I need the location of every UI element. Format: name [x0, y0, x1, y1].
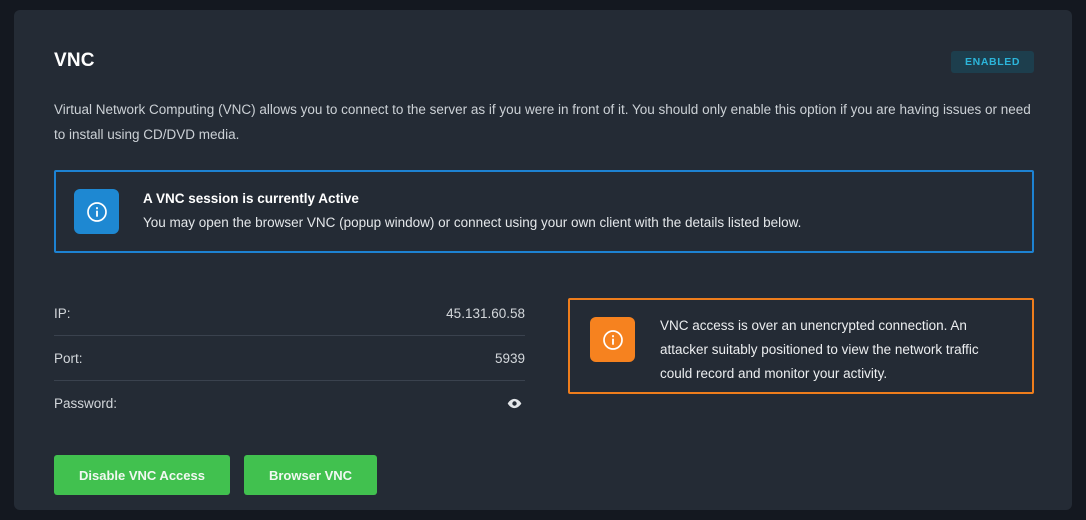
info-alert-message: You may open the browser VNC (popup wind…: [143, 215, 801, 230]
page-title: VNC: [54, 50, 95, 72]
browser-vnc-button[interactable]: Browser VNC: [244, 455, 377, 495]
info-alert-title: A VNC session is currently Active: [143, 191, 801, 206]
eye-icon: [506, 395, 523, 412]
info-icon: [74, 189, 119, 234]
password-row: Password:: [54, 381, 525, 426]
vnc-settings-card: VNC ENABLED Virtual Network Computing (V…: [14, 10, 1072, 510]
port-row: Port: 5939: [54, 336, 525, 381]
reveal-password-button[interactable]: [504, 393, 525, 414]
info-icon: [590, 317, 635, 362]
card-header: VNC ENABLED: [54, 50, 1034, 73]
port-value: 5939: [495, 351, 525, 366]
connection-details-list: IP: 45.131.60.58 Port: 5939 Password:: [54, 291, 525, 426]
ip-row: IP: 45.131.60.58: [54, 291, 525, 336]
warning-alert-message: VNC access is over an unencrypted connec…: [660, 314, 1012, 386]
ip-value: 45.131.60.58: [446, 306, 525, 321]
disable-vnc-access-button[interactable]: Disable VNC Access: [54, 455, 230, 495]
port-label: Port:: [54, 351, 83, 366]
info-alert-body: A VNC session is currently Active You ma…: [143, 189, 801, 230]
ip-label: IP:: [54, 306, 71, 321]
details-section: IP: 45.131.60.58 Port: 5939 Password:: [54, 291, 1034, 426]
vnc-session-active-alert: A VNC session is currently Active You ma…: [54, 170, 1034, 253]
unencrypted-warning-alert: VNC access is over an unencrypted connec…: [568, 298, 1034, 394]
action-buttons: Disable VNC Access Browser VNC: [54, 455, 1034, 495]
vnc-description: Virtual Network Computing (VNC) allows y…: [54, 97, 1039, 147]
password-label: Password:: [54, 396, 117, 411]
status-badge: ENABLED: [951, 51, 1034, 73]
